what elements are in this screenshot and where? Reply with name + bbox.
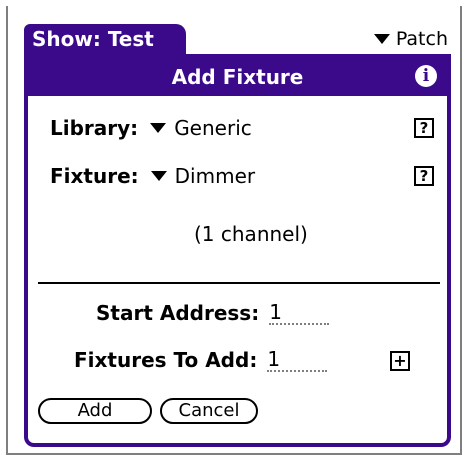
cancel-button[interactable]: Cancel [160,398,258,424]
fixture-value: Dimmer [174,164,256,188]
library-value: Generic [174,116,252,140]
fixture-select[interactable]: Dimmer [150,164,256,188]
start-address-field[interactable]: 1 [269,301,330,325]
add-button[interactable]: Add [38,398,152,424]
library-row: Library: Generic [50,116,252,140]
fixtures-to-add-field[interactable]: 1 [267,348,328,372]
library-help-icon[interactable]: ? [414,118,434,138]
dropdown-triangle-icon [150,171,167,181]
separator-line [38,282,440,284]
patch-menu-label: Patch [395,28,448,50]
patch-menu[interactable]: Patch [373,24,448,54]
start-address-row: Start Address: 1 [96,301,330,325]
info-icon[interactable]: i [415,65,437,87]
add-fixture-dialog: Add Fixture i Library: Generic ? Fixture… [24,58,451,447]
fixture-label: Fixture: [50,164,139,188]
fixtures-to-add-label: Fixtures To Add: [74,348,258,372]
dropdown-triangle-icon [150,123,167,133]
fixtures-to-add-row: Fixtures To Add: 1 [74,348,328,372]
fixture-help-icon[interactable]: ? [414,166,434,186]
dialog-title: Add Fixture [28,58,447,96]
channel-info: (1 channel) [194,222,308,246]
library-label: Library: [50,116,139,140]
start-address-label: Start Address: [96,301,260,325]
show-tab[interactable]: Show: Test [24,24,186,54]
fixture-row: Fixture: Dimmer [50,164,255,188]
library-select[interactable]: Generic [150,116,252,140]
dropdown-triangle-icon [373,34,390,44]
plus-icon[interactable]: + [390,351,410,371]
